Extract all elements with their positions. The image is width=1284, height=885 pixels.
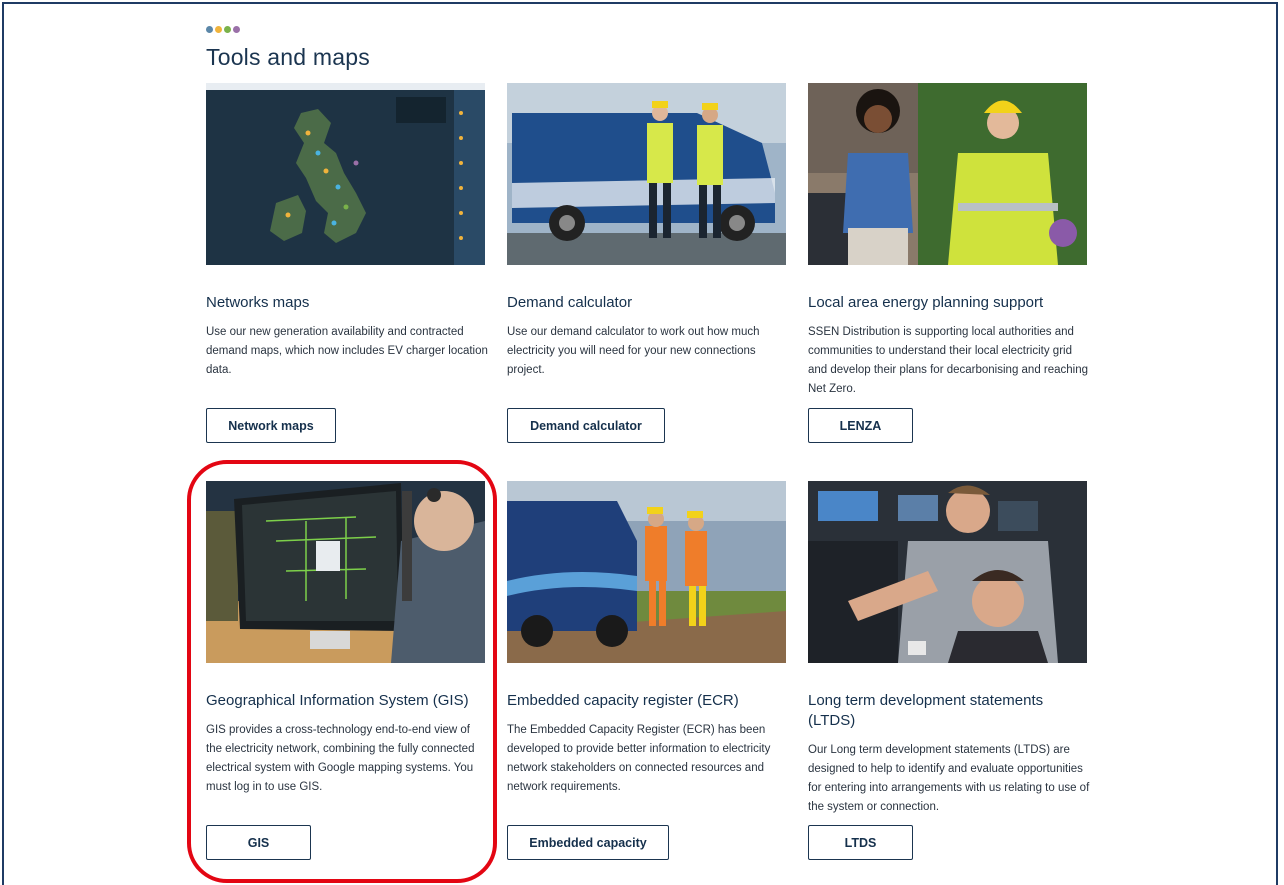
brand-dot [206, 26, 213, 33]
card-embedded-capacity-register: Embedded capacity register (ECR) The Emb… [507, 481, 787, 797]
section-heading: Tools and maps [206, 44, 370, 70]
network-maps-button[interactable]: Network maps [206, 408, 336, 443]
card-title: Networks maps [206, 294, 310, 311]
card-local-area-energy-planning: Local area energy planning support SSEN … [808, 83, 1088, 399]
ltds-button[interactable]: LTDS [808, 825, 913, 860]
card-demand-calculator: Demand calculator Use our demand calcula… [507, 83, 787, 380]
card-ltds: Long term development statements (LTDS) … [808, 481, 1090, 817]
embedded-capacity-image[interactable] [507, 481, 786, 663]
card-networks-maps: Networks maps Use our new generation ava… [206, 83, 488, 380]
local-area-energy-image[interactable] [808, 83, 1087, 265]
brand-dot [224, 26, 231, 33]
ltds-image[interactable] [808, 481, 1087, 663]
card-description: Our Long term development statements (LT… [808, 744, 1090, 813]
demand-calculator-image[interactable] [507, 83, 786, 265]
lenza-button[interactable]: LENZA [808, 408, 913, 443]
card-description: Use our new generation availability and … [206, 326, 488, 376]
demand-calculator-button[interactable]: Demand calculator [507, 408, 665, 443]
card-gis: Geographical Information System (GIS) GI… [206, 481, 486, 797]
card-title: Demand calculator [507, 294, 633, 311]
card-title: Long term development statements (LTDS) [808, 692, 1044, 729]
card-description: The Embedded Capacity Register (ECR) has… [507, 724, 771, 793]
gis-button[interactable]: GIS [206, 825, 311, 860]
card-title: Local area energy planning support [808, 294, 1044, 311]
card-description: Use our demand calculator to work out ho… [507, 326, 760, 376]
brand-dot [215, 26, 222, 33]
card-description: GIS provides a cross-technology end-to-e… [206, 724, 475, 793]
card-description: SSEN Distribution is supporting local au… [808, 326, 1089, 395]
card-title: Embedded capacity register (ECR) [507, 692, 739, 709]
networks-map-image[interactable] [206, 83, 485, 265]
embedded-capacity-button[interactable]: Embedded capacity [507, 825, 669, 860]
brand-dots [206, 26, 240, 33]
brand-dot [233, 26, 240, 33]
gis-image[interactable] [206, 481, 485, 663]
card-title: Geographical Information System (GIS) [206, 692, 469, 709]
